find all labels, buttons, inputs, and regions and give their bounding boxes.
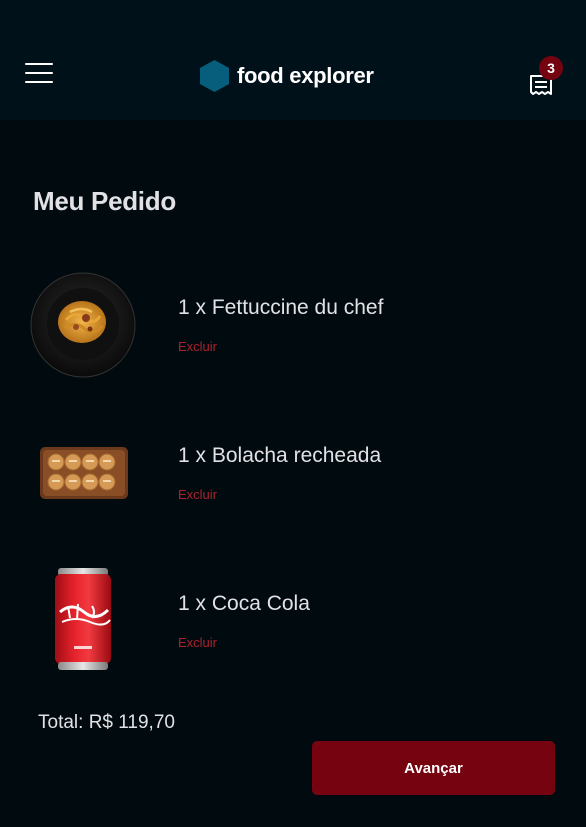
header: food explorer 3 <box>0 0 586 120</box>
advance-button[interactable]: Avançar <box>312 741 555 795</box>
item-name: 1 x Coca Cola <box>178 592 310 615</box>
order-item: 1 x Coca Cola Excluir <box>0 568 586 688</box>
cookie-tray-image <box>40 447 128 499</box>
coke-can-image <box>55 568 111 670</box>
remove-item-link[interactable]: Excluir <box>178 635 217 650</box>
brand-name: food explorer <box>237 63 374 88</box>
item-name: 1 x Bolacha recheada <box>178 444 382 467</box>
order-total: Total: R$ 119,70 <box>38 712 175 733</box>
remove-item-link[interactable]: Excluir <box>178 339 217 354</box>
cart-count-badge: 3 <box>539 56 563 80</box>
page-title: Meu Pedido <box>33 186 176 216</box>
hamburger-menu-icon[interactable] <box>25 63 53 85</box>
item-name: 1 x Fettuccine du chef <box>178 296 384 319</box>
order-item: 1 x Bolacha recheada Excluir <box>0 420 586 540</box>
order-item: 1 x Fettuccine du chef Excluir <box>0 272 586 392</box>
logo[interactable]: food explorer <box>200 60 374 92</box>
pasta-plate-image <box>30 272 136 378</box>
hexagon-icon <box>200 60 229 92</box>
remove-item-link[interactable]: Excluir <box>178 487 217 502</box>
